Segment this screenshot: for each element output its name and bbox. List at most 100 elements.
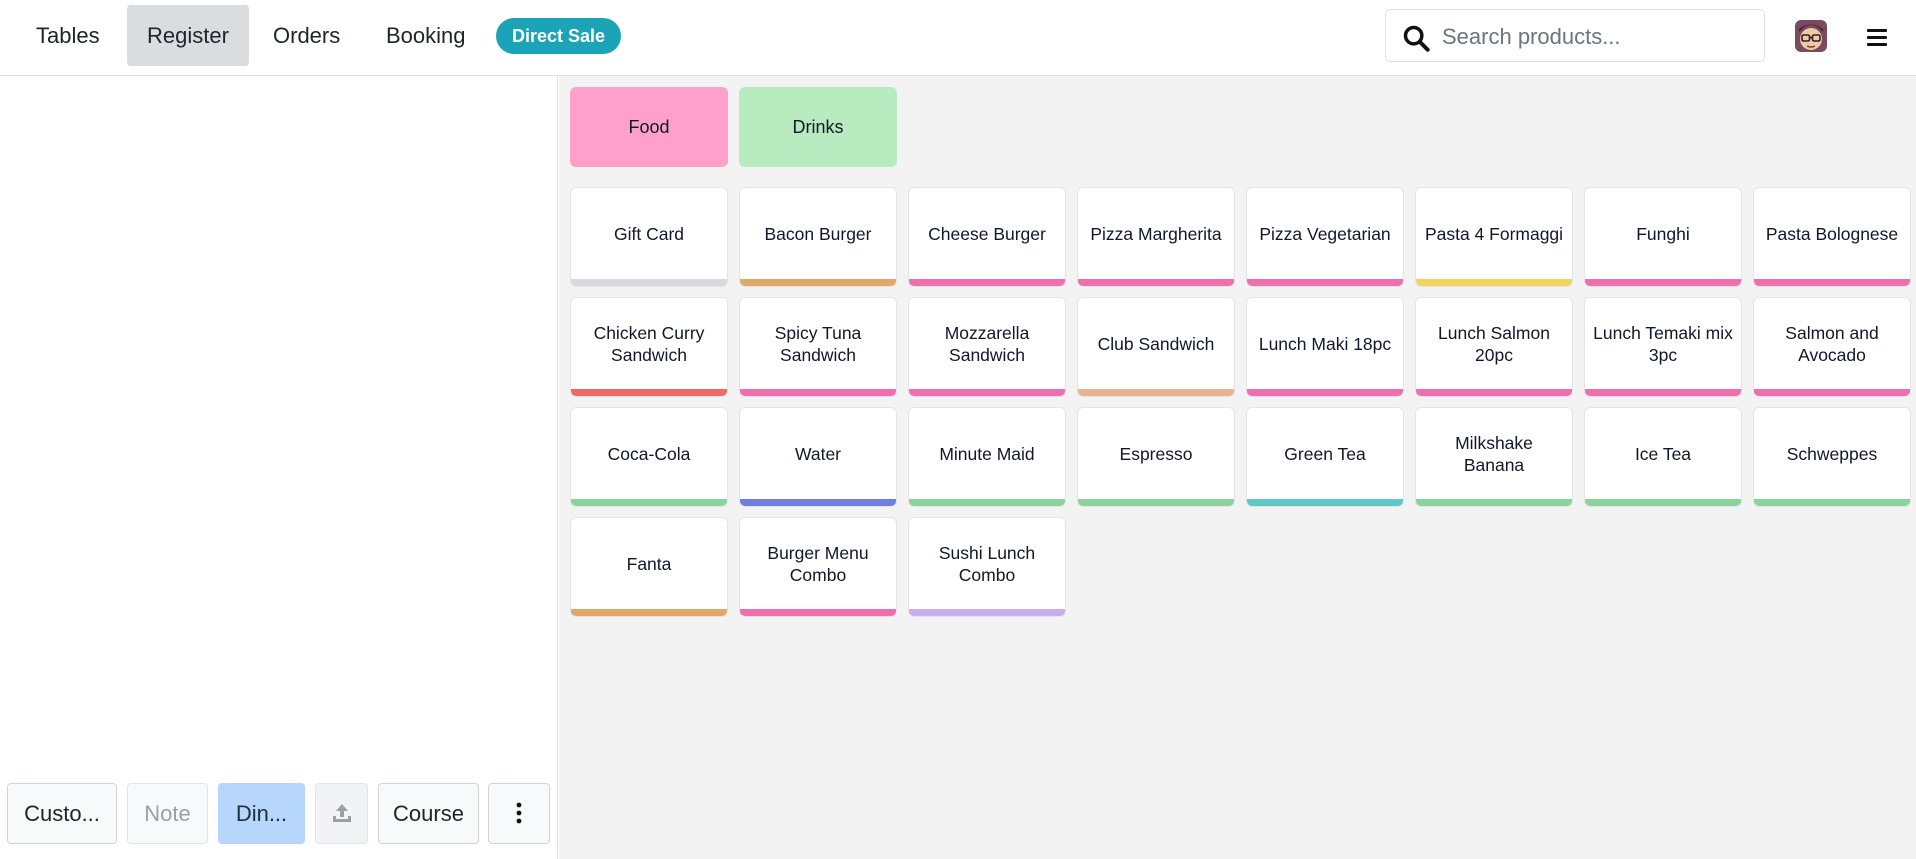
avatar-icon	[1795, 20, 1827, 52]
product-category-stripe	[909, 389, 1065, 396]
product-card[interactable]: Schweppes	[1753, 407, 1911, 507]
product-card[interactable]: Ice Tea	[1584, 407, 1742, 507]
product-card[interactable]: Club Sandwich	[1077, 297, 1235, 397]
search-box	[1385, 9, 1765, 62]
tab-booking[interactable]: Booking	[366, 5, 486, 66]
product-card[interactable]: Water	[739, 407, 897, 507]
product-category-stripe	[1078, 279, 1234, 286]
product-category-stripe	[909, 279, 1065, 286]
product-category-stripe	[1247, 279, 1403, 286]
vertical-dots-icon	[516, 802, 522, 824]
search-icon	[1403, 25, 1430, 52]
product-name: Salmon and Avocado	[1785, 322, 1879, 365]
product-name: Minute Maid	[939, 443, 1035, 464]
product-name: Green Tea	[1284, 443, 1366, 464]
order-panel: Custo... Note Din... Course	[0, 76, 558, 859]
product-card[interactable]: Minute Maid	[908, 407, 1066, 507]
product-name: Mozzarella Sandwich	[944, 322, 1030, 365]
category-food[interactable]: Food	[570, 87, 728, 167]
search-input[interactable]	[1440, 18, 1754, 55]
product-area: Food Drinks Gift Card Bacon Burger Cheese …	[559, 76, 1916, 859]
product-card[interactable]: Lunch Maki 18pc	[1246, 297, 1404, 397]
product-card[interactable]: Funghi	[1584, 187, 1742, 287]
top-bar: Tables Register Orders Booking Direct Sa…	[0, 0, 1916, 76]
product-category-stripe	[740, 499, 896, 506]
product-card[interactable]: Mozzarella Sandwich	[908, 297, 1066, 397]
product-card[interactable]: Fanta	[570, 517, 728, 617]
product-name: Pasta Bolognese	[1765, 223, 1899, 244]
product-name: Coca-Cola	[607, 443, 691, 464]
product-name: Milkshake Banana	[1455, 432, 1533, 475]
product-category-stripe	[571, 609, 727, 616]
product-name: Bacon Burger	[764, 223, 872, 244]
product-category-stripe	[909, 609, 1065, 616]
product-category-stripe	[571, 279, 727, 286]
product-name: Lunch Maki 18pc	[1258, 333, 1392, 354]
more-options-button[interactable]	[488, 783, 550, 844]
user-avatar[interactable]	[1795, 20, 1827, 52]
product-card[interactable]: Bacon Burger	[739, 187, 897, 287]
tab-orders[interactable]: Orders	[253, 5, 360, 66]
product-card[interactable]: Milkshake Banana	[1415, 407, 1573, 507]
category-label: Drinks	[792, 116, 844, 137]
product-category-stripe	[571, 389, 727, 396]
product-category-stripe	[1078, 389, 1234, 396]
product-card[interactable]: Salmon and Avocado	[1753, 297, 1911, 397]
product-name: Spicy Tuna Sandwich	[774, 322, 862, 365]
product-card[interactable]: Chicken Curry Sandwich	[570, 297, 728, 397]
product-name: Schweppes	[1786, 443, 1878, 464]
product-name: Pizza Margherita	[1090, 223, 1222, 244]
product-name: Lunch Salmon 20pc	[1438, 322, 1550, 365]
product-category-stripe	[909, 499, 1065, 506]
product-card[interactable]: Sushi Lunch Combo	[908, 517, 1066, 617]
product-name: Lunch Temaki mix 3pc	[1593, 322, 1733, 365]
product-category-stripe	[1416, 279, 1572, 286]
tab-register[interactable]: Register	[127, 5, 249, 66]
product-name: Fanta	[626, 553, 672, 574]
product-category-stripe	[1754, 389, 1910, 396]
product-card[interactable]: Pizza Vegetarian	[1246, 187, 1404, 287]
dine-in-button[interactable]: Din...	[218, 783, 305, 844]
customer-button[interactable]: Custo...	[7, 783, 117, 844]
product-category-stripe	[571, 499, 727, 506]
product-card[interactable]: Cheese Burger	[908, 187, 1066, 287]
product-card[interactable]: Pasta Bolognese	[1753, 187, 1911, 287]
product-name: Espresso	[1119, 443, 1193, 464]
product-card[interactable]: Pasta 4 Formaggi	[1415, 187, 1573, 287]
product-category-stripe	[1078, 499, 1234, 506]
product-name: Sushi Lunch Combo	[938, 542, 1036, 585]
main-menu-button[interactable]	[1860, 20, 1894, 54]
product-name: Gift Card	[613, 223, 685, 244]
product-name: Water	[794, 443, 842, 464]
product-card[interactable]: Burger Menu Combo	[739, 517, 897, 617]
product-card[interactable]: Pizza Margherita	[1077, 187, 1235, 287]
product-card[interactable]: Gift Card	[570, 187, 728, 287]
direct-sale-badge[interactable]: Direct Sale	[496, 18, 622, 54]
product-name: Pasta 4 Formaggi	[1424, 223, 1564, 244]
product-category-stripe	[740, 609, 896, 616]
product-category-stripe	[1416, 389, 1572, 396]
product-card[interactable]: Coca-Cola	[570, 407, 728, 507]
hamburger-menu-icon	[1867, 29, 1887, 46]
product-category-stripe	[1754, 279, 1910, 286]
product-category-stripe	[1585, 499, 1741, 506]
product-name: Pizza Vegetarian	[1259, 223, 1391, 244]
course-button[interactable]: Course	[378, 783, 479, 844]
category-label: Food	[628, 116, 670, 137]
product-category-stripe	[1416, 499, 1572, 506]
product-name: Ice Tea	[1634, 443, 1692, 464]
product-card[interactable]: Green Tea	[1246, 407, 1404, 507]
tab-tables[interactable]: Tables	[16, 5, 120, 66]
product-card[interactable]: Espresso	[1077, 407, 1235, 507]
product-name: Funghi	[1636, 223, 1690, 244]
product-name: Burger Menu Combo	[767, 542, 869, 585]
product-card[interactable]: Spicy Tuna Sandwich	[739, 297, 897, 397]
upload-icon	[332, 804, 351, 822]
product-card[interactable]: Lunch Salmon 20pc	[1415, 297, 1573, 397]
product-name: Cheese Burger	[928, 223, 1046, 244]
note-button[interactable]: Note	[127, 783, 208, 844]
product-card[interactable]: Lunch Temaki mix 3pc	[1584, 297, 1742, 397]
upload-button[interactable]	[315, 783, 368, 844]
category-drinks[interactable]: Drinks	[739, 87, 897, 167]
product-category-stripe	[1247, 499, 1403, 506]
